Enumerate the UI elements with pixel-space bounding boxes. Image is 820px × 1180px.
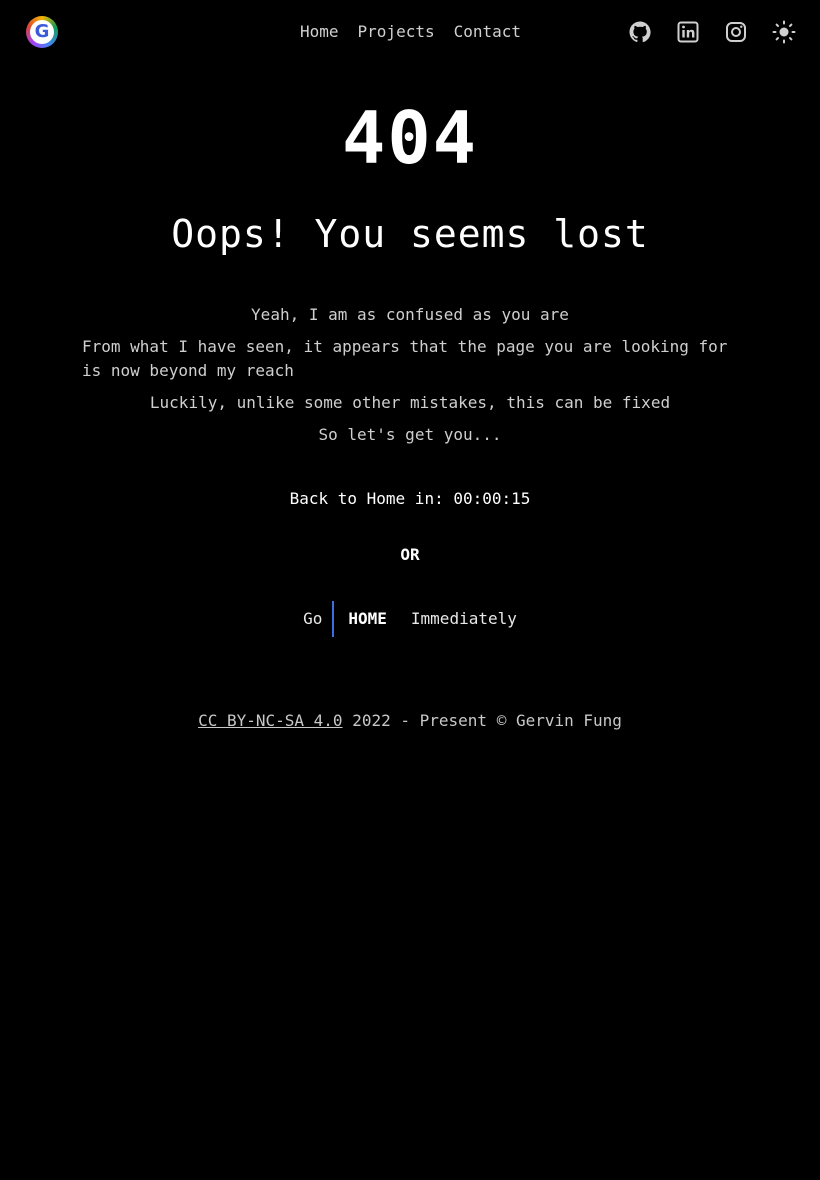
countdown: Back to Home in: 00:00:15: [0, 487, 820, 511]
error-code: 404: [341, 96, 479, 180]
countdown-value: 00:00:15: [453, 489, 531, 508]
message-paragraph: From what I have seen, it appears that t…: [82, 337, 728, 380]
immediately-label: Immediately: [410, 609, 517, 628]
page-title: Oops! You seems lost: [171, 212, 649, 256]
countdown-label: Back to Home in:: [289, 489, 444, 508]
message-paragraph: So let's get you...: [318, 425, 502, 444]
site-logo[interactable]: G: [26, 16, 58, 48]
github-icon[interactable]: [628, 20, 652, 44]
header-icons: [628, 20, 796, 44]
linkedin-icon[interactable]: [676, 20, 700, 44]
license-link[interactable]: CC BY-NC-SA 4.0: [198, 711, 343, 730]
go-home-row: Go HOME Immediately: [0, 601, 820, 637]
nav-projects-link[interactable]: Projects: [358, 20, 435, 44]
not-found-main: 404 Oops! You seems lost Yeah, I am as c…: [0, 96, 820, 733]
sun-icon[interactable]: [772, 20, 796, 44]
go-label: Go: [303, 609, 323, 628]
nav-contact-link[interactable]: Contact: [454, 20, 521, 44]
or-divider: OR: [400, 545, 420, 564]
nav-home-link[interactable]: Home: [300, 20, 339, 44]
message-paragraph: Luckily, unlike some other mistakes, thi…: [149, 393, 671, 412]
logo-letter: G: [34, 21, 50, 42]
home-button[interactable]: HOME: [332, 601, 399, 637]
main-nav: Home Projects Contact: [300, 20, 521, 44]
copyright-text: 2022 - Present © Gervin Fung: [352, 711, 622, 730]
instagram-icon[interactable]: [724, 20, 748, 44]
message-paragraph: Yeah, I am as confused as you are: [251, 305, 569, 324]
message-block: Yeah, I am as confused as you are From w…: [0, 303, 820, 447]
site-header: G Home Projects Contact: [0, 0, 820, 64]
site-footer: CC BY-NC-SA 4.0 2022 - Present © Gervin …: [0, 709, 820, 733]
